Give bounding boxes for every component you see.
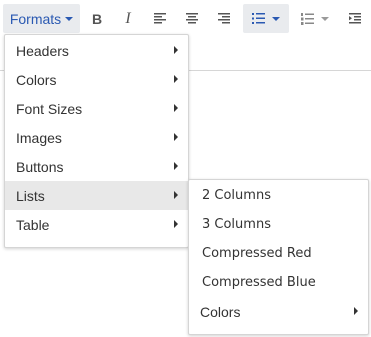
menu-item-lists[interactable]: Lists xyxy=(5,181,188,210)
chevron-right-icon xyxy=(174,162,178,170)
menu-item-label: Compressed Blue xyxy=(202,275,316,290)
menu-item-list-colors[interactable]: Colors xyxy=(189,297,368,326)
formats-menu: Headers Colors Font Sizes Images Buttons… xyxy=(4,34,189,248)
indent-button[interactable] xyxy=(341,4,369,33)
bullet-list-button[interactable] xyxy=(243,4,289,33)
chevron-right-icon xyxy=(174,75,178,83)
lists-submenu: 2 Columns 3 Columns Compressed Red Compr… xyxy=(188,179,369,335)
chevron-right-icon xyxy=(174,133,178,141)
chevron-right-icon xyxy=(174,46,178,54)
menu-item-3-columns[interactable]: 3 Columns xyxy=(189,210,368,239)
menu-item-label: Lists xyxy=(16,187,45,204)
menu-item-buttons[interactable]: Buttons xyxy=(5,152,188,181)
bullet-list-icon xyxy=(252,13,265,24)
menu-item-label: Buttons xyxy=(16,158,64,175)
caret-down-icon xyxy=(321,16,329,21)
bold-button[interactable]: B xyxy=(83,4,111,33)
menu-item-label: Colors xyxy=(16,71,57,88)
bold-icon: B xyxy=(91,10,103,27)
menu-item-font-sizes[interactable]: Font Sizes xyxy=(5,94,188,123)
menu-item-images[interactable]: Images xyxy=(5,123,188,152)
chevron-right-icon xyxy=(174,220,178,228)
chevron-right-icon xyxy=(354,307,358,315)
menu-item-label: Font Sizes xyxy=(16,100,83,117)
caret-down-icon xyxy=(272,16,280,21)
menu-item-label: Compressed Red xyxy=(202,246,312,261)
editor-toolbar: Formats B I xyxy=(0,0,371,38)
menu-item-label: 2 Columns xyxy=(202,188,271,203)
align-right-icon xyxy=(218,13,230,24)
align-center-button[interactable] xyxy=(178,4,206,33)
menu-item-colors[interactable]: Colors xyxy=(5,65,188,94)
align-right-button[interactable] xyxy=(210,4,238,33)
numbered-list-icon xyxy=(301,12,314,25)
menu-item-compressed-red[interactable]: Compressed Red xyxy=(189,239,368,268)
italic-button[interactable]: I xyxy=(114,4,142,33)
chevron-right-icon xyxy=(174,104,178,112)
menu-item-table[interactable]: Table xyxy=(5,210,188,239)
chevron-right-icon xyxy=(174,191,178,199)
italic-icon: I xyxy=(125,9,131,27)
menu-item-label: Colors xyxy=(200,303,241,320)
menu-item-label: 3 Columns xyxy=(202,217,271,232)
menu-item-label: Images xyxy=(16,129,62,146)
menu-item-compressed-blue[interactable]: Compressed Blue xyxy=(189,268,368,297)
menu-item-label: Headers xyxy=(16,42,69,59)
indent-icon xyxy=(349,13,361,24)
align-left-icon xyxy=(154,13,166,24)
menu-item-2-columns[interactable]: 2 Columns xyxy=(189,181,368,210)
numbered-list-button[interactable] xyxy=(292,4,338,33)
formats-label: Formats xyxy=(9,10,62,27)
caret-down-icon xyxy=(65,16,74,21)
align-center-icon xyxy=(186,13,198,24)
menu-item-label: Table xyxy=(16,216,50,233)
formats-dropdown-button[interactable]: Formats xyxy=(3,4,80,33)
menu-item-headers[interactable]: Headers xyxy=(5,36,188,65)
align-left-button[interactable] xyxy=(146,4,174,33)
